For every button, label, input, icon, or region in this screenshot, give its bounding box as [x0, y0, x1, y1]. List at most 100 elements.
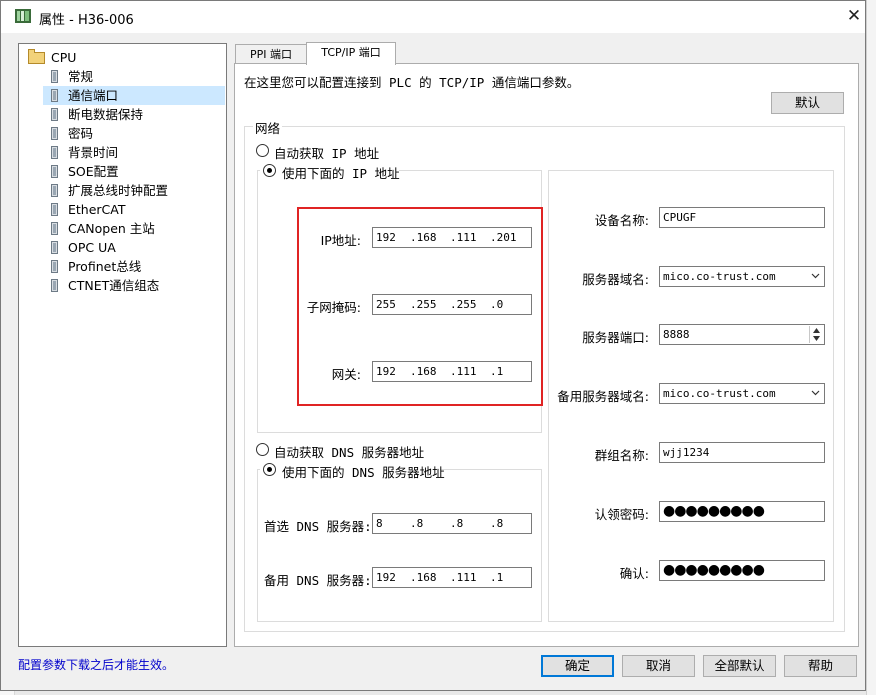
tree-item-canopen[interactable]: CANopen 主站: [19, 219, 224, 238]
chevron-down-icon: [811, 390, 820, 396]
tree-item-opcua[interactable]: OPC UA: [19, 238, 224, 257]
gateway-field[interactable]: 192 .168 .111 .1: [372, 361, 532, 382]
tree-item-retention[interactable]: 断电数据保持: [19, 105, 224, 124]
tree-item-password[interactable]: 密码: [19, 124, 224, 143]
tree-item-label: 密码: [68, 126, 94, 141]
item-icon: [51, 203, 58, 216]
preferred-dns-field[interactable]: 8 .8 .8 .8: [372, 513, 532, 534]
server-domain-select[interactable]: mico.co-trust.com: [659, 266, 825, 287]
mask-octet-3: .255: [450, 298, 477, 311]
auth-password-input[interactable]: ●●●●●●●●●: [659, 501, 825, 522]
gateway-octet-1: 192: [376, 365, 396, 378]
use-dns-label: 使用下面的 DNS 服务器地址: [282, 465, 445, 480]
group-name-input[interactable]: wjj1234: [659, 442, 825, 463]
tree-item-general[interactable]: 常规: [19, 67, 224, 86]
tree-item-label: CTNET通信组态: [68, 278, 160, 293]
dns2-octet-4: .1: [490, 571, 504, 584]
dns1-octet-1: 8: [376, 517, 383, 530]
ip-address-label: IP地址:: [320, 233, 361, 248]
preferred-dns-label: 首选 DNS 服务器:: [264, 519, 372, 534]
help-button[interactable]: 帮助: [784, 655, 857, 677]
gateway-label: 网关:: [331, 367, 361, 382]
tree-item-profinet[interactable]: Profinet总线: [19, 257, 224, 276]
tree-item-comm-port[interactable]: 通信端口: [43, 86, 225, 105]
ok-button[interactable]: 确定: [541, 655, 614, 677]
mask-octet-4: .0: [490, 298, 504, 311]
server-port-value: 8888: [663, 328, 690, 341]
group-name-label: 群组名称:: [594, 448, 649, 463]
all-default-button[interactable]: 全部默认: [703, 655, 776, 677]
use-ip-radio[interactable]: [263, 164, 276, 177]
item-icon: [51, 222, 58, 235]
description-text: 在这里您可以配置连接到 PLC 的 TCP/IP 通信端口参数。: [244, 75, 580, 90]
network-legend: 网络: [253, 118, 283, 137]
tree-item-label: 扩展总线时钟配置: [68, 183, 169, 198]
item-icon: [51, 260, 58, 273]
server-port-label: 服务器端口:: [582, 330, 649, 345]
confirm-password-input[interactable]: ●●●●●●●●●: [659, 560, 825, 581]
tree-item-label: OPC UA: [68, 240, 116, 255]
auto-dns-radio[interactable]: [256, 443, 269, 456]
auto-ip-radio[interactable]: [256, 144, 269, 157]
tree-root-label: CPU: [51, 50, 77, 65]
tree-item-label: EtherCAT: [68, 202, 126, 217]
subnet-mask-label: 子网掩码:: [306, 300, 361, 315]
tree-item-label: CANopen 主站: [68, 221, 155, 236]
spin-up-icon[interactable]: [813, 328, 820, 333]
item-icon: [51, 70, 58, 83]
tree-item-ctnet[interactable]: CTNET通信组态: [19, 276, 224, 295]
ip-octet-2: .168: [410, 231, 437, 244]
server-port-spinner[interactable]: 8888: [659, 324, 825, 345]
use-dns-radio[interactable]: [263, 463, 276, 476]
tree-item-label: 通信端口: [68, 88, 119, 103]
tree-item-soe[interactable]: SOE配置: [19, 162, 224, 181]
dns2-octet-1: 192: [376, 571, 396, 584]
confirm-password-label: 确认:: [619, 566, 649, 581]
device-name-input[interactable]: CPUGF: [659, 207, 825, 228]
item-icon: [51, 146, 58, 159]
properties-dialog: 属性 - H36-006 ✕ CPU 常规 通信端口 断电数据保持 密码 背景时…: [0, 0, 866, 691]
item-icon: [51, 108, 58, 121]
dns2-octet-3: .111: [450, 571, 477, 584]
backup-domain-select[interactable]: mico.co-trust.com: [659, 383, 825, 404]
tree-item-bus-clock[interactable]: 扩展总线时钟配置: [19, 181, 224, 200]
device-name-label: 设备名称:: [594, 213, 649, 228]
close-button[interactable]: ✕: [843, 5, 865, 27]
dns1-octet-2: .8: [410, 517, 424, 530]
tree-item-label: 常规: [68, 69, 94, 84]
device-name-value: CPUGF: [663, 211, 697, 224]
tab-ppi-port[interactable]: PPI 端口: [235, 44, 307, 64]
mask-octet-2: .255: [410, 298, 437, 311]
server-domain-value: mico.co-trust.com: [663, 270, 776, 283]
backup-domain-label: 备用服务器域名:: [557, 389, 649, 404]
gateway-octet-2: .168: [410, 365, 437, 378]
item-icon: [51, 241, 58, 254]
chevron-down-icon: [811, 273, 820, 279]
auto-dns-label: 自动获取 DNS 服务器地址: [274, 445, 425, 460]
default-button[interactable]: 默认: [771, 92, 844, 114]
app-icon: [15, 9, 31, 23]
dns2-octet-2: .168: [410, 571, 437, 584]
cancel-button[interactable]: 取消: [622, 655, 695, 677]
item-icon: [51, 184, 58, 197]
use-ip-label: 使用下面的 IP 地址: [282, 166, 400, 181]
tree-item-background-time[interactable]: 背景时间: [19, 143, 224, 162]
tree-root-cpu[interactable]: CPU: [19, 48, 224, 67]
tree-item-ethercat[interactable]: EtherCAT: [19, 200, 224, 219]
window-title: 属性 - H36-006: [39, 13, 134, 28]
spin-down-icon[interactable]: [813, 336, 820, 341]
alternate-dns-field[interactable]: 192 .168 .111 .1: [372, 567, 532, 588]
ip-address-field[interactable]: 192 .168 .111 .201: [372, 227, 532, 248]
subnet-mask-field[interactable]: 255 .255 .255 .0: [372, 294, 532, 315]
folder-icon: [28, 49, 45, 64]
tree-item-label: Profinet总线: [68, 259, 142, 274]
mask-octet-1: 255: [376, 298, 396, 311]
backup-domain-value: mico.co-trust.com: [663, 387, 776, 400]
group-name-value: wjj1234: [663, 446, 710, 459]
item-icon: [51, 165, 58, 178]
item-icon: [51, 127, 58, 140]
tree-item-label: 背景时间: [68, 145, 119, 160]
tab-tcpip-port[interactable]: TCP/IP 端口: [306, 42, 396, 65]
port-spin-buttons[interactable]: [809, 326, 823, 343]
confirm-password-mask: ●●●●●●●●●: [663, 562, 765, 578]
